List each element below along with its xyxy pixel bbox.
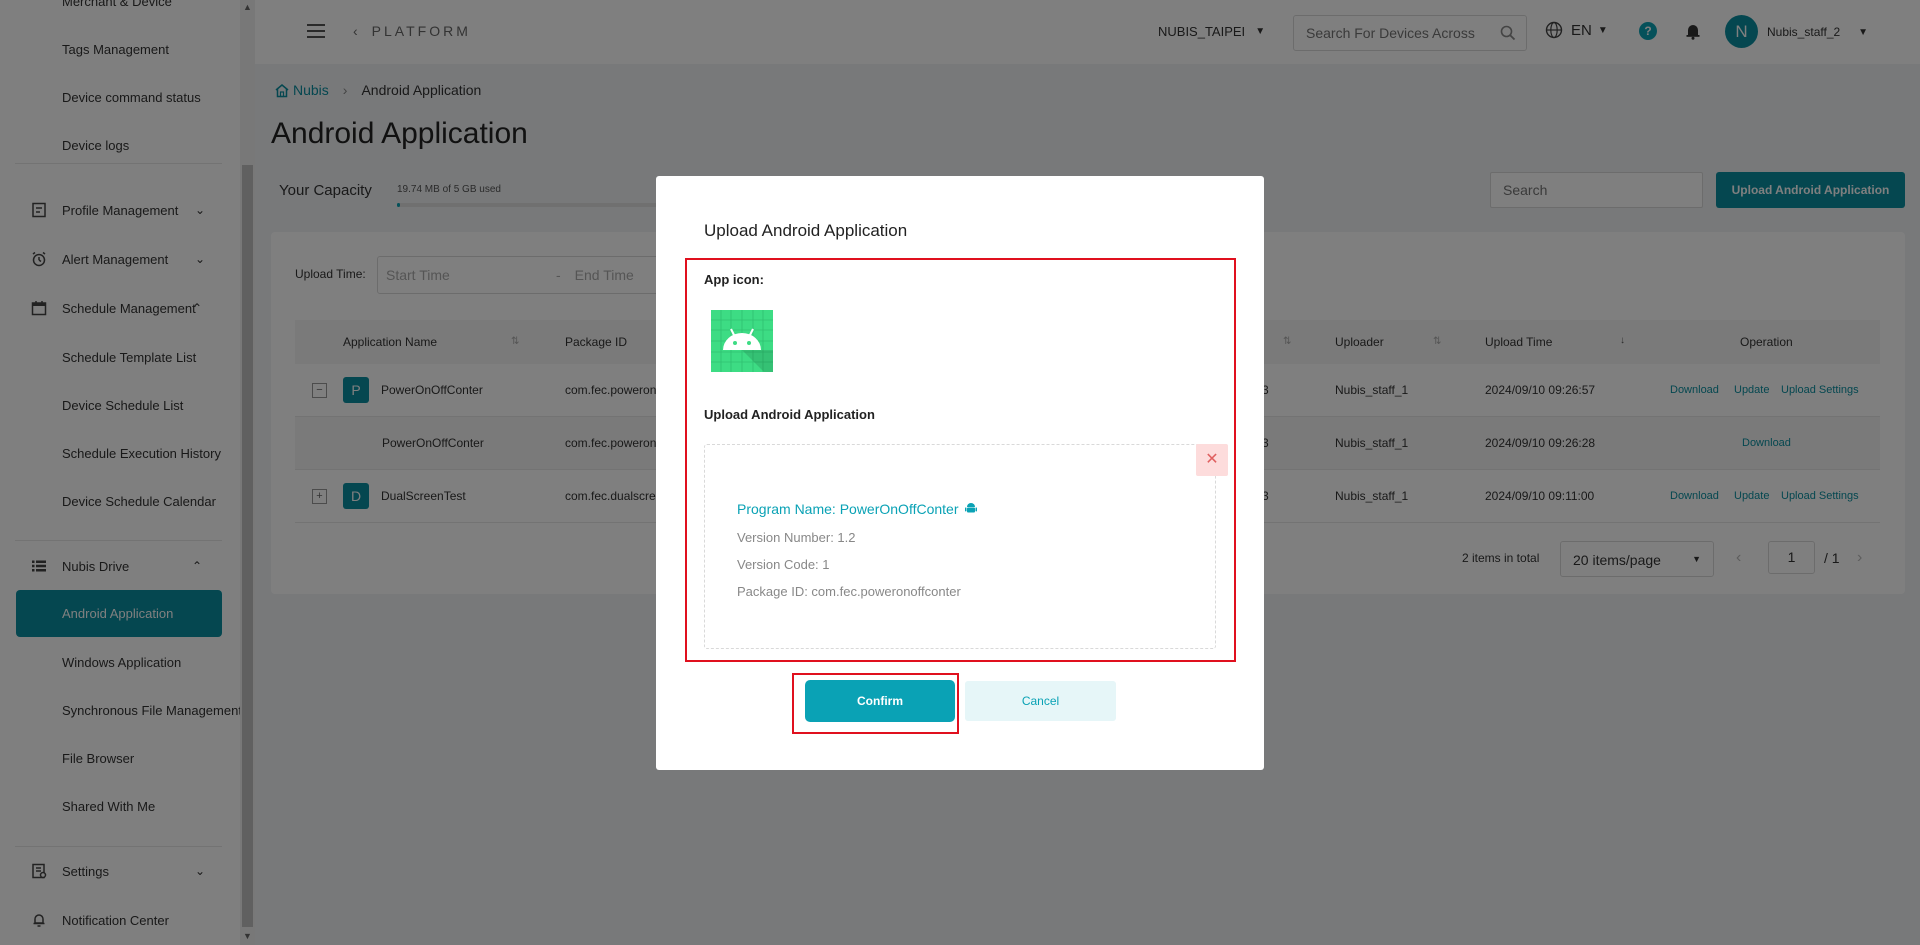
- cancel-button[interactable]: Cancel: [965, 681, 1116, 721]
- android-icon: [964, 501, 977, 517]
- upload-dropzone[interactable]: ✕ Program Name: PowerOnOffConter Version…: [704, 444, 1228, 649]
- package-id: Package ID: com.fec.poweronoffconter: [737, 584, 961, 599]
- remove-file-button[interactable]: ✕: [1196, 444, 1228, 476]
- confirm-button[interactable]: Confirm: [805, 680, 955, 722]
- android-app-icon: [711, 310, 773, 372]
- modal-title: Upload Android Application: [704, 221, 908, 240]
- version-code: Version Code: 1: [737, 557, 830, 572]
- program-name-text: Program Name: PowerOnOffConter: [737, 501, 959, 517]
- upload-modal: Upload Android Application App icon: Upl…: [656, 176, 1264, 770]
- app-icon-label: App icon:: [704, 272, 764, 287]
- close-icon: ✕: [1205, 451, 1219, 468]
- upload-section-label: Upload Android Application: [704, 407, 875, 422]
- program-name: Program Name: PowerOnOffConter: [737, 501, 977, 517]
- version-number: Version Number: 1.2: [737, 530, 856, 545]
